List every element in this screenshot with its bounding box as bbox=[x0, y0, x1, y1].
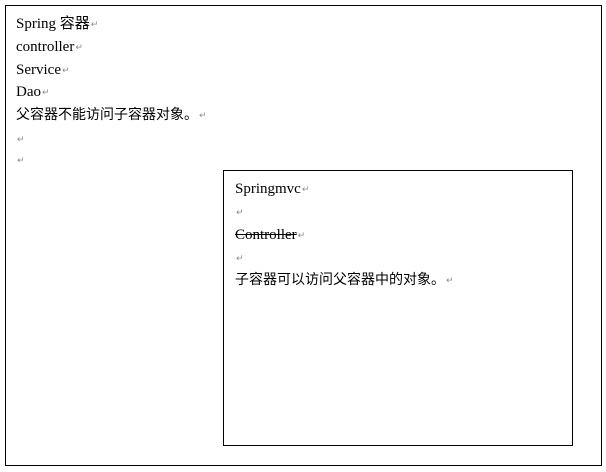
paragraph-mark-icon: ↵ bbox=[42, 88, 50, 98]
outer-line-text: 父容器不能访问子容器对象。 bbox=[16, 107, 198, 123]
inner-line-text-strikethrough: Controller bbox=[235, 227, 297, 243]
paragraph-mark-icon: ↵ bbox=[61, 66, 70, 76]
outer-line-text: Service bbox=[16, 62, 61, 78]
paragraph-mark-icon: ↵ bbox=[446, 276, 454, 286]
paragraph-mark-icon: ↵ bbox=[301, 185, 310, 195]
paragraph-mark-icon: ↵ bbox=[17, 156, 25, 166]
paragraph-mark-icon: ↵ bbox=[90, 20, 99, 30]
paragraph-mark-icon: ↵ bbox=[199, 111, 207, 121]
paragraph-mark-icon: ↵ bbox=[297, 231, 306, 241]
inner-line-springmvc: Springmvc↵ bbox=[235, 180, 309, 199]
outer-line-service: Service↵ bbox=[16, 61, 70, 80]
inner-line-child-note: 子容器可以访问父容器中的对象。↵ bbox=[235, 271, 454, 290]
paragraph-mark-icon: ↵ bbox=[17, 135, 25, 145]
outer-line-spring-container: Spring 容器↵ bbox=[16, 15, 98, 34]
paragraph-mark-icon: ↵ bbox=[236, 254, 244, 264]
outer-line-parent-note: 父容器不能访问子容器对象。↵ bbox=[16, 106, 207, 125]
inner-line-empty-1: ↵ bbox=[235, 203, 244, 222]
inner-line-text: Springmvc bbox=[235, 181, 301, 197]
outer-line-controller: controller↵ bbox=[16, 38, 83, 57]
outer-line-text: controller bbox=[16, 39, 75, 55]
paragraph-mark-icon: ↵ bbox=[75, 43, 83, 53]
inner-line-text: 子容器可以访问父容器中的对象。 bbox=[235, 272, 445, 288]
outer-line-text: Dao bbox=[16, 84, 41, 100]
outer-line-empty-1: ↵ bbox=[16, 130, 25, 149]
inner-text-box bbox=[223, 170, 573, 446]
outer-line-text: Spring 容器 bbox=[16, 16, 90, 32]
outer-line-empty-2: ↵ bbox=[16, 151, 25, 170]
outer-line-dao: Dao↵ bbox=[16, 83, 50, 102]
inner-line-controller: Controller↵ bbox=[235, 226, 305, 245]
paragraph-mark-icon: ↵ bbox=[236, 208, 244, 218]
inner-line-empty-2: ↵ bbox=[235, 249, 244, 268]
